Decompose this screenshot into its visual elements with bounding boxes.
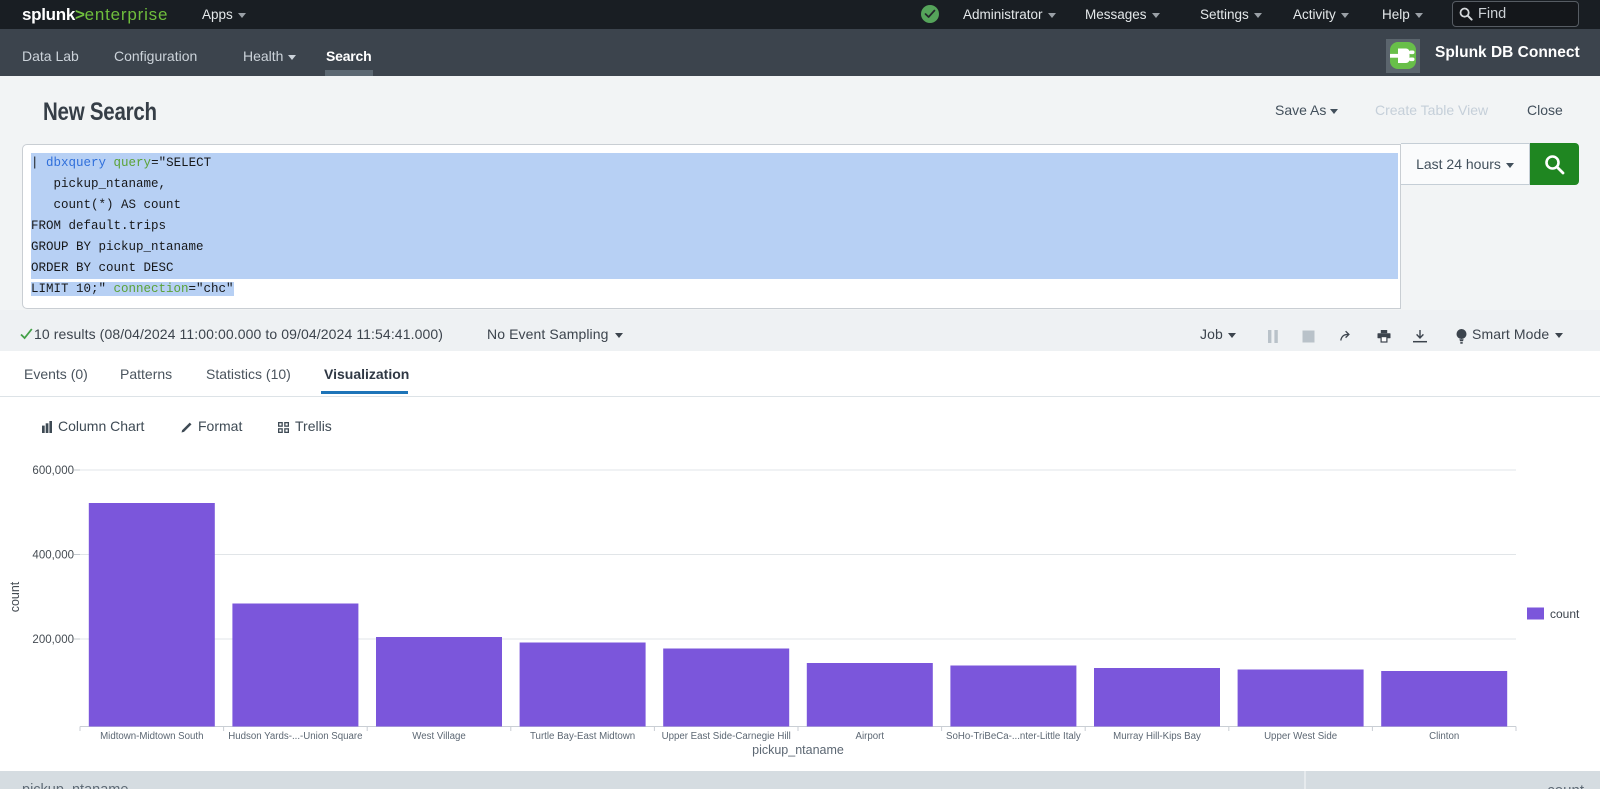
svg-text:Hudson Yards-...-Union Square: Hudson Yards-...-Union Square xyxy=(228,731,362,742)
svg-text:200,000: 200,000 xyxy=(32,634,74,646)
svg-text:Upper West Side: Upper West Side xyxy=(1264,731,1337,742)
svg-text:count: count xyxy=(8,581,22,612)
svg-text:600,000: 600,000 xyxy=(32,465,74,477)
svg-text:SoHo-TriBeCa-...nter-Little It: SoHo-TriBeCa-...nter-Little Italy xyxy=(946,731,1081,742)
svg-text:Turtle Bay-East Midtown: Turtle Bay-East Midtown xyxy=(530,731,635,742)
svg-text:400,000: 400,000 xyxy=(32,550,74,562)
svg-text:Midtown-Midtown South: Midtown-Midtown South xyxy=(100,731,203,742)
svg-text:pickup_ntaname: pickup_ntaname xyxy=(752,743,844,757)
svg-text:Upper East Side-Carnegie Hill: Upper East Side-Carnegie Hill xyxy=(662,731,791,742)
svg-text:Clinton: Clinton xyxy=(1429,731,1459,742)
svg-text:West Village: West Village xyxy=(412,731,466,742)
svg-text:count: count xyxy=(1550,607,1580,621)
svg-text:Airport: Airport xyxy=(856,731,885,742)
svg-text:Murray Hill-Kips Bay: Murray Hill-Kips Bay xyxy=(1113,731,1201,742)
